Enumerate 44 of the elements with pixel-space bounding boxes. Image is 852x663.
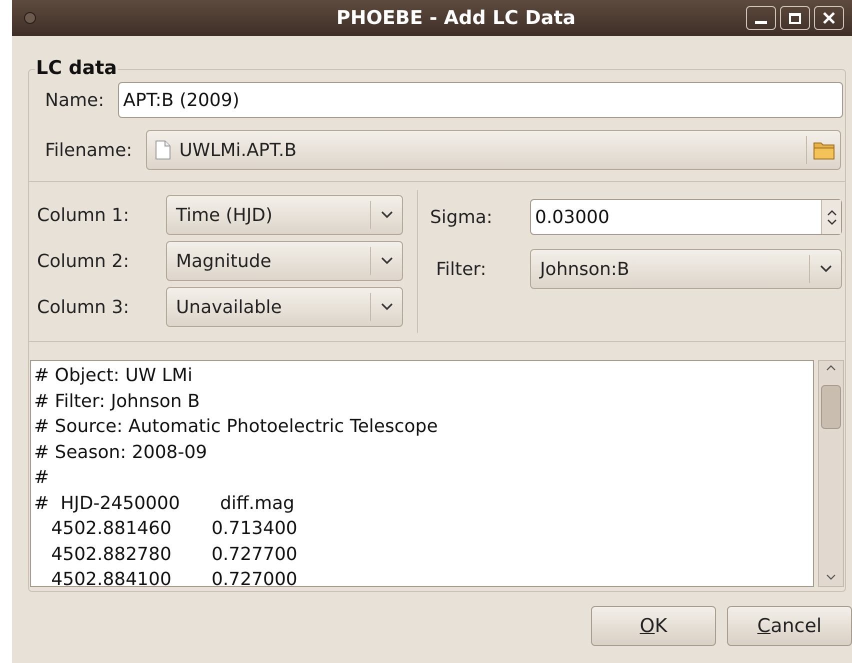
filename-label: Filename: (45, 138, 132, 162)
sigma-label: Sigma: (430, 206, 494, 230)
preview-line: 4502.882780 0.727700 (50, 542, 298, 566)
column-label: Column 1: (37, 204, 130, 228)
minimize-button[interactable] (746, 6, 776, 30)
scroll-up-icon[interactable] (826, 365, 836, 371)
name-label: Name: (45, 88, 104, 112)
scroll-down-icon[interactable] (826, 574, 836, 580)
preview-line: 4502.884100 0.727000 (50, 568, 298, 586)
dialog-button[interactable]: OK (591, 606, 716, 646)
column-label: Column 2: (37, 250, 130, 274)
file-chooser-button[interactable]: UWLMi.APT.B (146, 130, 841, 170)
column-label: Column 3: (37, 296, 130, 320)
vertical-scrollbar[interactable] (818, 360, 844, 587)
preview-line: # Object: UW LMi (34, 364, 192, 388)
filter-label: Filter: (435, 258, 488, 282)
caret-icon (380, 211, 392, 219)
preview-line: # Source: Automatic Photoelectric Telescope (34, 415, 438, 439)
caret-icon (820, 265, 832, 273)
window-menu-icon[interactable] (24, 12, 36, 24)
preview-line: # Season: 2008-09 (34, 440, 208, 464)
caret-icon (380, 303, 392, 311)
preview-line: # Filter: Johnson B (34, 390, 200, 414)
dialog-button[interactable]: Cancel (727, 606, 852, 646)
name-field[interactable]: APT:B (2009) (118, 82, 843, 118)
preview-line: 4502.881460 0.713400 (50, 517, 298, 541)
preview-line: # HJD-2450000 diff.mag (34, 492, 294, 516)
sigma-spin-field[interactable]: 0.03000 (530, 199, 842, 235)
dropdown[interactable]: Unavailable (166, 287, 403, 327)
scrollbar-thumb[interactable] (821, 385, 841, 429)
close-button[interactable] (814, 6, 844, 30)
file-preview-text-area[interactable]: # Object: UW LMi # Filter: Johnson B # Source: Automatic Photoelectric Telescope # Season: 2008-09 # # HJD-2450000 diff.mag 4502.881460 0.713400 4502.882780 0.727700 4502.884100 0.727000 (30, 360, 814, 587)
folder-icon (812, 140, 834, 160)
close-icon (823, 12, 835, 24)
caret-icon (380, 257, 392, 265)
spin-up-icon[interactable] (826, 210, 836, 216)
dropdown[interactable]: Magnitude (166, 241, 403, 281)
dropdown[interactable]: Time (HJD) (166, 195, 403, 235)
document-icon (155, 140, 172, 160)
maximize-button[interactable] (780, 6, 810, 30)
dropdown[interactable]: Johnson:B (530, 249, 842, 289)
window-title: PHOEBE - Add LC Data (335, 6, 577, 31)
spin-down-icon[interactable] (826, 218, 836, 224)
preview-line: # (34, 466, 50, 490)
